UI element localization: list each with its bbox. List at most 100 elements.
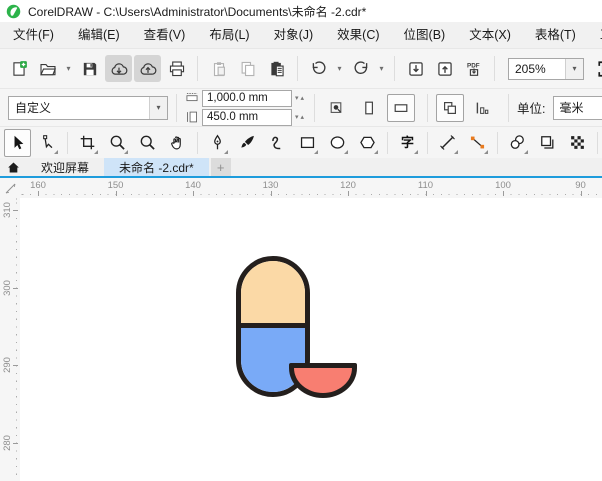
- shape-tool[interactable]: [34, 129, 61, 157]
- menu-object[interactable]: 对象(J): [262, 22, 326, 48]
- cloud-download-button[interactable]: [105, 55, 132, 82]
- page-size-fields: 1,000.0 mm ▾▴ 450.0 mm ▾▴: [185, 89, 306, 126]
- print-button[interactable]: [163, 55, 190, 82]
- toolbox-separator: [67, 131, 68, 154]
- copy-button[interactable]: [234, 55, 261, 82]
- menu-layout[interactable]: 布局(L): [197, 22, 261, 48]
- units-combo[interactable]: 毫米 ▾: [552, 95, 602, 120]
- chevron-down-icon[interactable]: ▾: [149, 96, 167, 119]
- page-size-preset-combo[interactable]: 自定义 ▾: [8, 95, 168, 120]
- transparency-tool[interactable]: [534, 129, 561, 157]
- new-tab-button[interactable]: +: [210, 158, 231, 176]
- chevron-down-icon[interactable]: ▾: [334, 55, 345, 82]
- menu-view[interactable]: 查看(V): [132, 22, 198, 48]
- chevron-down-icon[interactable]: ▾: [565, 58, 583, 79]
- vertical-ruler[interactable]: 310 300 290 280: [0, 198, 20, 481]
- autofit-page-button[interactable]: [323, 94, 351, 122]
- page-height-spinner[interactable]: ▾▴: [295, 113, 306, 121]
- property-bar: 自定义 ▾ 1,000.0 mm ▾▴ 450.0 mm ▾▴ 单位: 毫米 ▾: [0, 89, 602, 127]
- vruler-tick: [13, 442, 18, 444]
- hruler-label: 110: [417, 180, 434, 191]
- dimension-tool[interactable]: [434, 129, 461, 157]
- hruler-tick: [38, 191, 39, 196]
- paste-button[interactable]: [263, 55, 290, 82]
- pan-tool[interactable]: [164, 129, 191, 157]
- cloud-upload-button[interactable]: [134, 55, 161, 82]
- menu-bitmaps[interactable]: 位图(B): [392, 22, 458, 48]
- home-button[interactable]: [0, 158, 26, 176]
- zoom-tool[interactable]: [104, 129, 131, 157]
- propbar-separator: [427, 93, 429, 122]
- pen-tool[interactable]: [204, 129, 231, 157]
- apply-current-page-button[interactable]: [468, 94, 496, 122]
- publish-pdf-button[interactable]: PDF: [460, 55, 487, 82]
- bowl-shape[interactable]: [289, 363, 357, 398]
- cut-button[interactable]: [205, 55, 232, 82]
- text-tool[interactable]: 字: [394, 129, 421, 157]
- polygon-tool[interactable]: [354, 129, 381, 157]
- vruler-label: 290: [2, 357, 13, 373]
- crop-tool[interactable]: [74, 129, 101, 157]
- undo-button[interactable]: [305, 55, 332, 82]
- menu-bar: 文件(F) 编辑(E) 查看(V) 布局(L) 对象(J) 效果(C) 位图(B) 文本(X)…: [0, 22, 602, 49]
- hruler-label: 90: [575, 180, 586, 191]
- ellipse-tool[interactable]: [324, 129, 351, 157]
- page-width-field[interactable]: 1,000.0 mm: [202, 89, 292, 107]
- tab-welcome[interactable]: 欢迎屏幕: [26, 158, 104, 176]
- rectangle-tool[interactable]: [294, 129, 321, 157]
- drawing-canvas[interactable]: [20, 198, 602, 481]
- window-title: CorelDRAW - C:\Users\Administrator\Docum…: [28, 4, 367, 19]
- horizontal-ruler[interactable]: 160 150 140 130 120 110 100 90: [20, 178, 602, 198]
- apply-all-pages-button[interactable]: [436, 93, 465, 122]
- hruler-tick: [425, 191, 427, 196]
- zoom-tool-secondary[interactable]: [134, 129, 161, 157]
- toolbox-separator: [597, 131, 598, 154]
- artistic-media-tool[interactable]: [234, 129, 261, 157]
- menu-text[interactable]: 文本(X): [457, 22, 523, 48]
- menu-file[interactable]: 文件(F): [1, 22, 66, 48]
- export-button[interactable]: [431, 55, 458, 82]
- ruler-minor-ticks: [16, 198, 17, 481]
- menu-tools[interactable]: 工具(T): [588, 22, 602, 48]
- propbar-separator: [176, 93, 177, 122]
- hruler-label: 130: [262, 180, 279, 191]
- portrait-orientation-button[interactable]: [355, 94, 383, 122]
- capsule-top-half[interactable]: [241, 261, 305, 328]
- zoom-level-combo[interactable]: 205% ▾: [508, 57, 584, 80]
- pick-tool[interactable]: [4, 128, 31, 157]
- menu-table[interactable]: 表格(T): [523, 22, 588, 48]
- chevron-down-icon[interactable]: ▾: [376, 55, 387, 82]
- smart-drawing-tool[interactable]: [264, 129, 291, 157]
- open-button[interactable]: [34, 55, 61, 82]
- redo-button[interactable]: [347, 55, 374, 82]
- landscape-orientation-button[interactable]: [387, 93, 416, 122]
- chevron-down-icon[interactable]: ▾: [63, 55, 74, 82]
- connector-tool[interactable]: [464, 129, 491, 157]
- ruler-origin-icon[interactable]: [0, 178, 20, 198]
- propbar-separator: [314, 93, 316, 122]
- new-document-button[interactable]: [5, 55, 32, 82]
- page-width-spinner[interactable]: ▾▴: [295, 94, 306, 102]
- page-width-icon: [185, 91, 199, 105]
- tab-document[interactable]: 未命名 -2.cdr*: [104, 158, 209, 176]
- title-bar: CorelDRAW - C:\Users\Administrator\Docum…: [0, 0, 602, 22]
- menu-edit[interactable]: 编辑(E): [66, 22, 132, 48]
- ruler-minor-ticks: [20, 194, 602, 195]
- hruler-tick: [115, 191, 117, 196]
- page-height-field[interactable]: 450.0 mm: [202, 108, 292, 126]
- units-value: 毫米: [559, 101, 584, 115]
- import-button[interactable]: [402, 55, 429, 82]
- interactive-fill-tool[interactable]: [564, 129, 591, 157]
- hruler-tick: [348, 191, 349, 196]
- propbar-separator: [508, 93, 510, 122]
- shadow-tool[interactable]: [504, 129, 531, 157]
- save-button[interactable]: [76, 55, 103, 82]
- fullscreen-preview-button[interactable]: [592, 55, 602, 82]
- toolbox: 字: [0, 127, 602, 159]
- vruler-label: 300: [2, 279, 13, 296]
- page-height-icon: [185, 110, 199, 124]
- menu-effects[interactable]: 效果(C): [325, 22, 391, 48]
- vruler-label: 280: [2, 434, 13, 451]
- toolbox-separator: [197, 131, 198, 154]
- hruler-label: 140: [185, 180, 201, 191]
